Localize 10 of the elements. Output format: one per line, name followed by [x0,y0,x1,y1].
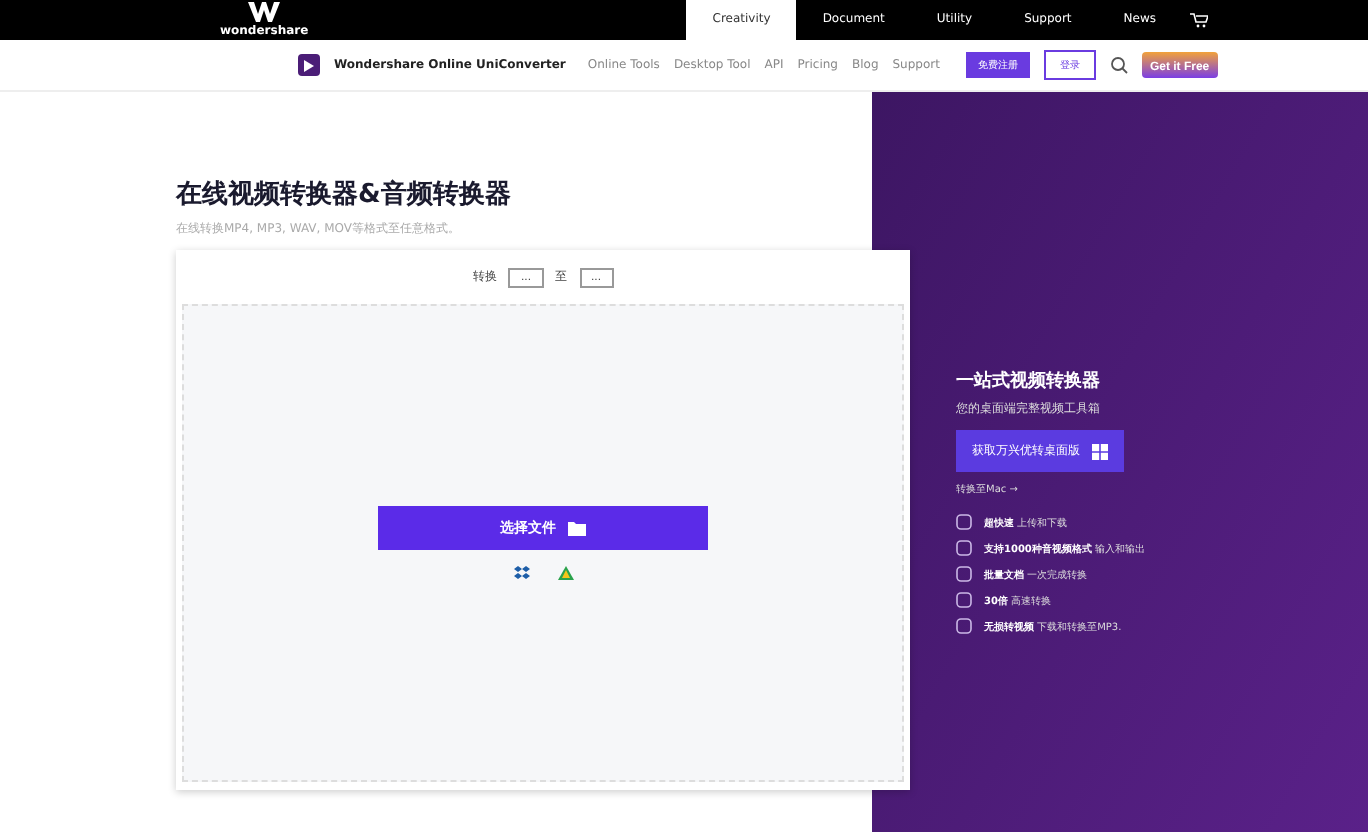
folder-icon [568,521,586,535]
windows-icon [1092,443,1108,459]
page-title: 在线视频转换器&音频转换器 [176,177,513,212]
cart-icon[interactable] [1190,12,1208,28]
panel-title: 一站式视频转换器 [956,368,1100,394]
triangle-icon[interactable] [557,566,573,580]
box-icon[interactable] [513,566,529,580]
logo-icon [248,2,281,22]
app-logo-icon [298,54,320,76]
search-icon[interactable] [1109,56,1128,74]
